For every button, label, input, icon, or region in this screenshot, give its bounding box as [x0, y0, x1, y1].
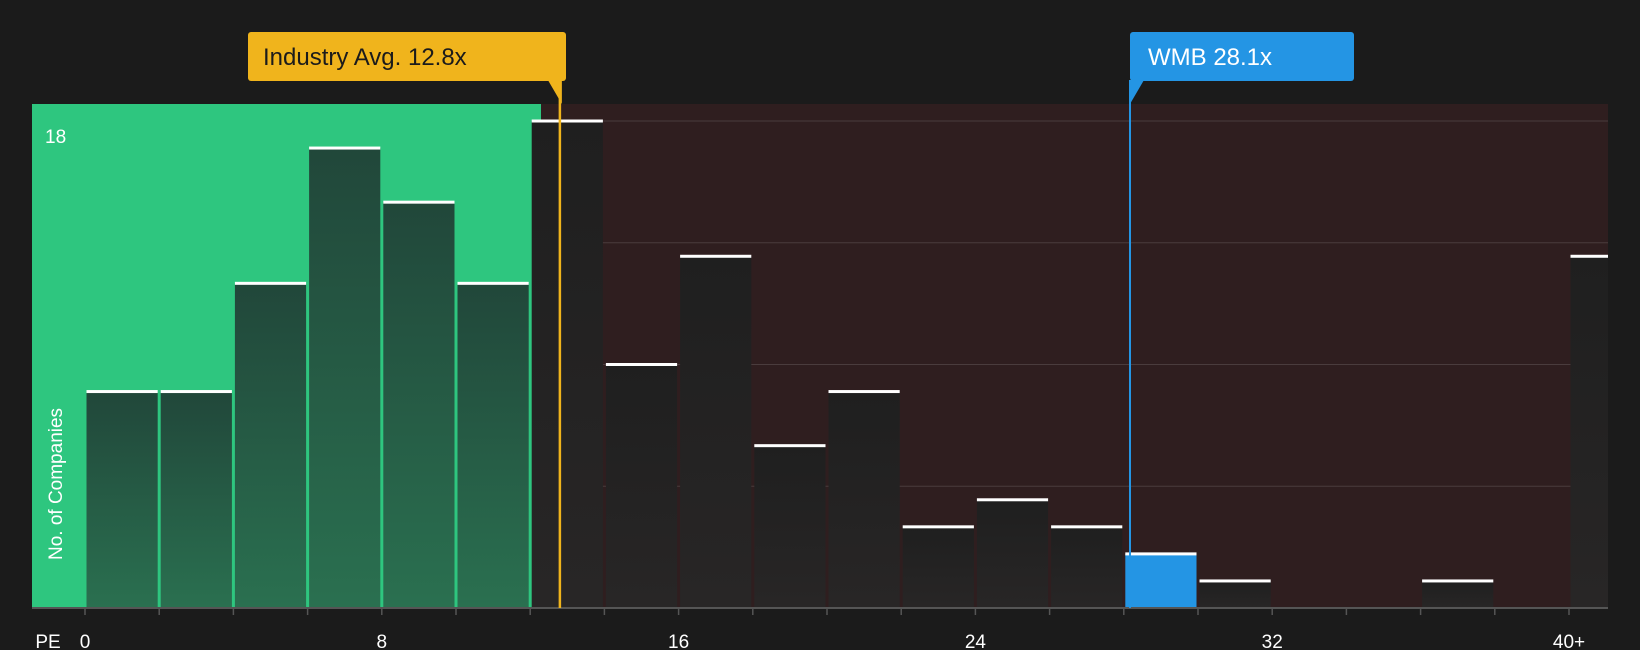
histogram-bar: [1422, 580, 1494, 608]
histogram-bar: [309, 148, 381, 609]
company-pe-pointer: [1130, 80, 1144, 104]
y-axis-label: No. of Companies: [46, 408, 67, 560]
bar-cap: [828, 390, 900, 394]
histogram-bar: [828, 391, 900, 608]
industry-avg-label: Industry Avg. 12.8x: [263, 44, 467, 71]
histogram-bar: [902, 526, 974, 608]
chart-canvas: 0 8 16 24 32 40+ PE 18 No. of Companies Industry …: [32, 32, 1608, 650]
bar-cap: [1051, 525, 1123, 529]
bar-cap: [531, 119, 603, 123]
bar-cap: [234, 281, 307, 285]
company-pe-label: WMB 28.1x: [1148, 44, 1272, 71]
bar-cap: [160, 390, 232, 394]
histogram-bar: [383, 202, 455, 608]
histogram-bar: [531, 121, 603, 608]
histogram-bar: [1570, 256, 1608, 608]
x-tick-label: 32: [1262, 632, 1283, 650]
bar-cap: [457, 281, 529, 285]
bar-cap: [754, 444, 826, 448]
histogram-bar: [86, 391, 158, 608]
bar-cap: [902, 525, 974, 529]
bar-cap: [976, 498, 1049, 502]
x-tick-label: 0: [80, 632, 91, 650]
bar-cap: [1199, 579, 1271, 583]
y-tick-label: 18: [45, 127, 66, 148]
bar-cap: [1422, 579, 1494, 583]
highlighted-bar: [1125, 553, 1197, 608]
x-tick-label: 16: [668, 632, 689, 650]
bar-cap: [383, 200, 455, 204]
bar-cap: [680, 254, 752, 258]
bar-cap: [309, 146, 381, 150]
histogram-bar: [605, 364, 678, 608]
x-axis-label: PE: [35, 632, 60, 650]
bar-cap: [1125, 552, 1197, 556]
pe-distribution-chart: 0 8 16 24 32 40+ PE 18 No. of Companies Industry …: [0, 0, 1640, 650]
histogram-bar: [160, 391, 232, 608]
histogram-bar: [680, 256, 752, 608]
histogram-bar: [1051, 526, 1123, 608]
bar-cap: [86, 390, 158, 394]
histogram-bar: [457, 283, 529, 608]
bar-cap: [605, 363, 678, 366]
histogram-bar: [234, 283, 307, 608]
histogram-bar: [976, 499, 1049, 608]
x-tick-label: 8: [377, 632, 388, 650]
x-tick-label: 40+: [1553, 632, 1585, 650]
industry-avg-pointer: [547, 80, 562, 104]
bar-cap: [1570, 254, 1608, 258]
histogram-bar: [754, 445, 826, 608]
x-tick-label: 24: [965, 632, 987, 650]
histogram-bar: [1199, 580, 1271, 608]
